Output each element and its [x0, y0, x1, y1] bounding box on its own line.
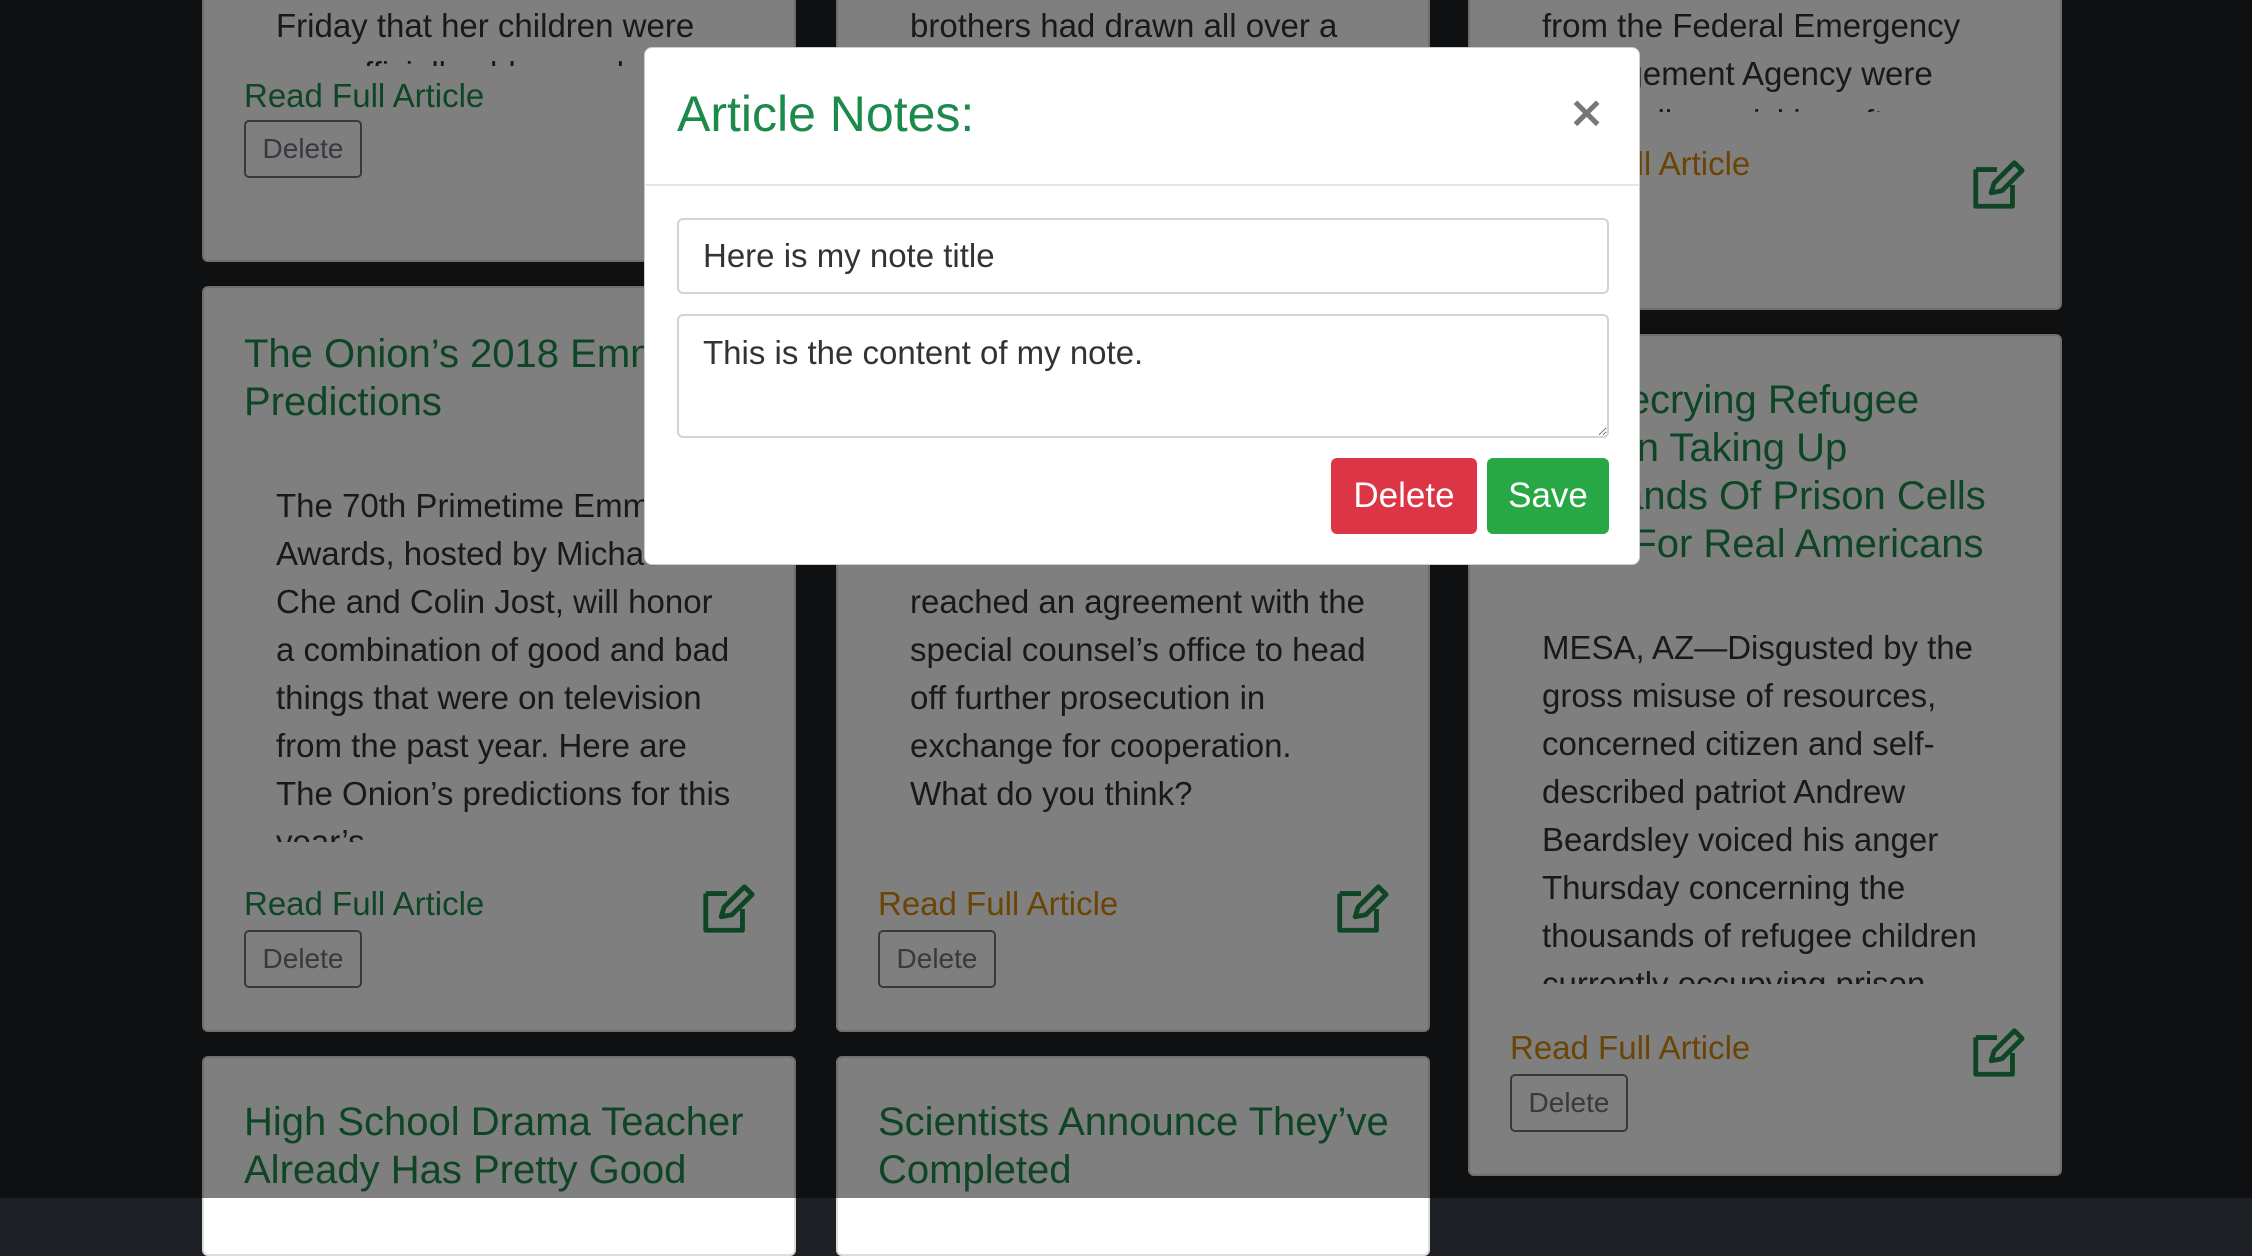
note-title-input[interactable]	[677, 218, 1609, 294]
delete-note-button[interactable]: Delete	[1331, 458, 1477, 534]
close-icon[interactable]: ×	[1562, 90, 1611, 136]
article-notes-modal: Article Notes: × This is the content of …	[644, 47, 1640, 565]
modal-title: Article Notes:	[677, 86, 975, 142]
modal-divider	[645, 184, 1639, 186]
note-body-textarea[interactable]: This is the content of my note.	[677, 314, 1609, 438]
save-note-button[interactable]: Save	[1487, 458, 1609, 534]
